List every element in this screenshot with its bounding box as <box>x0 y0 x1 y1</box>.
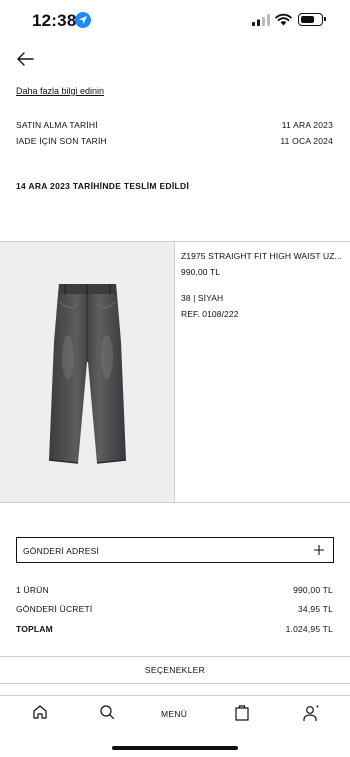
arrow-left-icon[interactable] <box>14 48 36 70</box>
plus-icon <box>314 545 324 555</box>
return-deadline-row: İADE İÇİN SON TARİH 11 OCA 2024 <box>16 136 333 146</box>
total-label: TOPLAM <box>16 624 53 634</box>
product-image[interactable] <box>0 242 175 502</box>
jeans-image <box>48 284 127 464</box>
more-info-link[interactable]: Daha fazla bilgi edinin <box>16 86 104 96</box>
items-count-label: 1 ÜRÜN <box>16 585 49 595</box>
home-indicator <box>112 746 238 750</box>
location-arrow-icon <box>75 12 91 28</box>
shipping-address-label: GÖNDERİ ADRESİ <box>23 546 100 556</box>
items-summary-row: 1 ÜRÜN 990,00 TL <box>16 585 333 595</box>
purchase-date-label: SATIN ALMA TARİHİ <box>16 120 98 130</box>
menu-button[interactable]: MENÜ <box>161 709 187 719</box>
product-card[interactable]: Z1975 STRAIGHT FIT HIGH WAIST UZ... 990,… <box>0 241 350 503</box>
cellular-signal-icon <box>252 14 270 26</box>
purchase-date-row: SATIN ALMA TARİHİ 11 ARA 2023 <box>16 120 333 130</box>
user-icon[interactable] <box>302 704 320 722</box>
shipping-fee-value: 34,95 TL <box>298 604 333 614</box>
search-icon[interactable] <box>99 704 115 720</box>
product-price: 990,00 TL <box>181 267 221 277</box>
items-subtotal: 990,00 TL <box>293 585 333 595</box>
shipping-address-button[interactable]: GÖNDERİ ADRESİ <box>16 537 334 563</box>
return-deadline-label: İADE İÇİN SON TARİH <box>16 136 107 146</box>
options-button[interactable]: SEÇENEKLER <box>0 656 350 684</box>
bottom-nav: MENÜ <box>0 695 350 731</box>
shipping-fee-row: GÖNDERİ ÜCRETİ 34,95 TL <box>16 604 333 614</box>
shipping-fee-label: GÖNDERİ ÜCRETİ <box>16 604 93 614</box>
total-row: TOPLAM 1.024,95 TL <box>16 624 333 634</box>
product-size-color: 38 | SİYAH <box>181 293 224 303</box>
home-icon[interactable] <box>32 704 48 720</box>
delivery-status: 14 ARA 2023 TARİHİNDE TESLİM EDİLDİ <box>16 181 190 191</box>
battery-icon <box>298 13 326 26</box>
status-time: 12:38 <box>32 11 77 30</box>
shopping-bag-icon[interactable] <box>234 704 250 721</box>
status-bar: 12:38 <box>0 0 350 44</box>
return-deadline-value: 11 OCA 2024 <box>280 136 333 146</box>
product-name[interactable]: Z1975 STRAIGHT FIT HIGH WAIST UZ... <box>181 251 346 261</box>
total-value: 1.024,95 TL <box>285 624 333 634</box>
product-reference: REF. 0108/222 <box>181 309 239 319</box>
purchase-date-value: 11 ARA 2023 <box>281 120 333 130</box>
wifi-icon <box>275 13 292 26</box>
